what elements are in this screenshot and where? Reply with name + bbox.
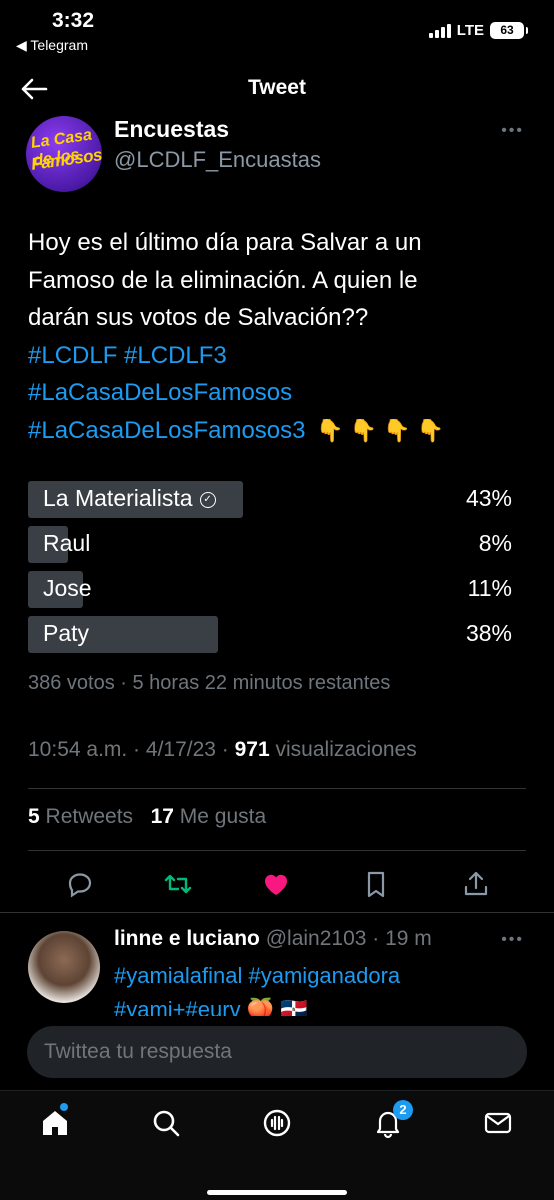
status-bar: 3:32 ◀ Telegram LTE 63 <box>0 0 554 62</box>
page-title: Tweet <box>248 76 306 99</box>
top-header: Tweet <box>0 62 554 116</box>
poll-option-label: Jose <box>43 575 92 601</box>
poll-meta: 386 votos · 5 horas 22 minutos restantes <box>28 672 391 694</box>
notifications-badge: 2 <box>393 1100 413 1120</box>
avatar[interactable] <box>28 931 100 1003</box>
hashtag-link[interactable]: #LaCasaDeLosFamosos3 <box>28 417 306 444</box>
reply-header: linne e luciano @lain2103 · 19 m <box>114 927 432 951</box>
retweets-label: Retweets <box>39 805 134 828</box>
divider <box>28 788 526 789</box>
avatar[interactable]: La Casa de los Famosos <box>26 116 102 192</box>
likes-stat[interactable]: 17 Me gusta <box>151 805 267 828</box>
hashtag-link[interactable]: #LCDLF <box>28 342 117 369</box>
poll-option: Paty 38% <box>28 616 512 653</box>
likes-count: 17 <box>150 805 174 828</box>
reply-icon[interactable] <box>64 868 96 900</box>
compose-bar: Twittea tu respuesta <box>0 1016 554 1090</box>
poll-percent: 38% <box>465 620 512 646</box>
more-options-icon[interactable]: ••• <box>501 122 524 140</box>
tweet-body: Hoy es el último día para Salvar a un Fa… <box>28 224 528 449</box>
retweet-icon[interactable] <box>162 868 194 900</box>
poll-percent: 11% <box>467 575 512 601</box>
home-icon[interactable] <box>39 1107 71 1139</box>
reply-tweet[interactable]: linne e luciano @lain2103 · 19 m ••• #ya… <box>0 912 554 1022</box>
poll-percent: 43% <box>465 485 512 511</box>
hashtag-link[interactable]: #LCDLF3 <box>124 342 227 369</box>
spaces-icon[interactable] <box>261 1107 293 1139</box>
poll: La Materialista ✓ 43% Raul 8% Jose 11% Pa… <box>28 481 512 661</box>
retweets-count: 5 <box>28 805 40 828</box>
author-name[interactable]: Encuestas <box>114 116 229 143</box>
tweet-timestamp: 10:54 a.m. · 4/17/23 · 971 visualizacion… <box>28 738 417 762</box>
tweet-stats: 5 Retweets 17 Me gusta <box>28 805 266 829</box>
poll-option-label: La Materialista <box>43 485 193 511</box>
like-heart-icon[interactable] <box>260 868 292 900</box>
reply-input[interactable]: Twittea tu respuesta <box>27 1026 527 1078</box>
share-icon[interactable] <box>460 868 492 900</box>
home-notification-dot <box>60 1103 68 1111</box>
tweet-text-line: Famoso de la eliminación. A quien le <box>28 266 418 294</box>
author-handle[interactable]: @LCDLF_Encuastas <box>114 147 321 173</box>
tweet-time: 10:54 a.m. · 4/17/23 · <box>28 738 235 761</box>
network-type: LTE <box>456 22 484 39</box>
battery-icon: 63 <box>490 22 528 39</box>
status-indicators: LTE 63 <box>428 22 528 39</box>
tweet-actions <box>28 860 526 908</box>
bottom-navigation: 2 <box>0 1090 554 1200</box>
reply-hashtags-line[interactable]: #yamialafinal #yamiganadora <box>114 959 514 993</box>
poll-option: Raul 8% <box>28 526 512 563</box>
reply-author-name[interactable]: linne e luciano <box>114 927 260 950</box>
views-label: visualizaciones <box>269 738 417 761</box>
reply-author-handle: @lain2103 · 19 m <box>259 927 432 950</box>
messages-mail-icon[interactable] <box>482 1107 514 1139</box>
status-time: 3:32 <box>52 9 95 32</box>
check-circle-icon: ✓ <box>199 491 216 508</box>
tweet-author[interactable]: La Casa de los Famosos Encuestas @LCDLF_… <box>24 112 530 192</box>
poll-option-label: Raul <box>43 530 91 556</box>
tweet-text-line: darán sus votos de Salvación?? <box>28 304 369 331</box>
bookmark-icon[interactable] <box>360 868 392 900</box>
poll-option: La Materialista ✓ 43% <box>28 481 512 518</box>
poll-percent: 8% <box>478 530 512 556</box>
more-options-icon[interactable]: ••• <box>501 931 524 949</box>
divider <box>28 850 526 851</box>
views-count: 971 <box>234 738 270 761</box>
search-icon[interactable] <box>150 1107 182 1139</box>
likes-label: Me gusta <box>173 805 267 828</box>
retweets-stat[interactable]: 5 Retweets <box>28 805 133 828</box>
home-indicator <box>207 1190 347 1195</box>
poll-option: Jose 11% <box>28 571 512 608</box>
back-to-telegram[interactable]: ◀ Telegram <box>16 37 88 54</box>
pointing-down-emojis: 👇 👇 👇 👇 <box>316 417 445 443</box>
tweet-text-line: Hoy es el último día para Salvar a un <box>28 229 422 256</box>
hashtag-link[interactable]: #LaCasaDeLosFamosos <box>28 379 292 406</box>
signal-icon <box>428 23 451 38</box>
poll-option-label: Paty <box>43 620 90 646</box>
